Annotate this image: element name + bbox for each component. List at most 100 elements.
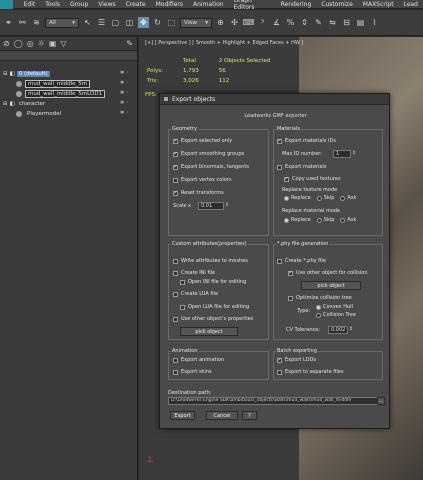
max-id-input[interactable]: 1 — [333, 150, 351, 158]
keyboard-shortcut-icon[interactable]: ⌨ — [243, 17, 255, 28]
radio-unselected-icon[interactable] — [340, 217, 346, 223]
visibility-icon[interactable]: ✱ ◦ — [120, 80, 129, 86]
angle-snap-icon[interactable]: ∡ — [271, 17, 282, 28]
selection-filter-dropdown[interactable]: All ▾ — [45, 17, 79, 28]
menu-group[interactable]: Group — [65, 1, 93, 8]
open-ini-checkbox[interactable]: Open INI file for editing — [180, 279, 246, 285]
reference-coord-dropdown[interactable]: View ▾ — [180, 17, 212, 28]
menu-customize[interactable]: Customize — [316, 1, 358, 8]
visibility-icon[interactable]: ✱ ◦ — [120, 100, 129, 106]
export-lods-checkbox[interactable]: ✓ Export LODs — [277, 357, 316, 363]
dialog-title-bar[interactable]: Export objects — [160, 94, 389, 105]
menu-maxscript[interactable]: MAXScript — [358, 1, 399, 8]
bind-space-warp-icon[interactable]: ≋ — [31, 17, 42, 28]
menu-modifiers[interactable]: Modifiers — [151, 1, 188, 8]
layer-manager-icon[interactable]: ▤ — [355, 17, 366, 28]
scale-input[interactable]: 0.01 — [198, 202, 224, 210]
tree-item-mud-wall-lod1[interactable]: mud_wall_middle_5mLOD1 — [16, 89, 106, 98]
percent-snap-icon[interactable]: % — [285, 17, 296, 28]
cv-tolerance-input[interactable]: 0.002 — [328, 326, 348, 334]
use-other-properties-checkbox[interactable]: Use other object's properties — [173, 316, 253, 322]
convex-hull-radio[interactable]: Convex Hull — [316, 304, 353, 310]
expand-minus-icon[interactable]: ⊟ — [3, 101, 8, 107]
display-shapes-icon[interactable]: ◎ — [27, 39, 34, 48]
tree-item-layer-default[interactable]: ⊟ ◧ 0 (default) — [3, 69, 50, 78]
window-crossing-icon[interactable]: ◫ — [124, 17, 135, 28]
tree-item-mud-wall[interactable]: mud_wall_middle_5m — [16, 79, 91, 88]
export-vertex-colors-checkbox[interactable]: Export vertex colors — [173, 177, 231, 183]
tree-item-playermodel[interactable]: Playermodel — [16, 109, 63, 118]
pin-icon[interactable]: ✎ — [126, 39, 133, 48]
menu-lead[interactable]: Lead — [399, 1, 423, 8]
visibility-icon[interactable]: ✱ ◦ — [120, 70, 129, 76]
mirror-icon[interactable]: ⇋ — [327, 17, 338, 28]
write-attributes-checkbox[interactable]: Write attributes to meshes — [173, 258, 248, 264]
app-logo-icon[interactable] — [0, 0, 13, 9]
use-other-collision-checkbox[interactable]: ✓ Use other object for collision — [288, 270, 368, 276]
radio-selected-icon[interactable] — [284, 195, 289, 201]
select-scale-icon[interactable]: ⬚ — [166, 17, 177, 28]
copy-textures-checkbox[interactable]: ✓ Copy used textures — [284, 176, 341, 182]
export-separate-checkbox[interactable]: Export to separate files — [277, 369, 343, 375]
select-move-icon[interactable]: ✥ — [138, 17, 149, 28]
menu-animation[interactable]: Animation — [188, 1, 229, 8]
reset-transforms-checkbox[interactable]: ✓ Reset transforms — [173, 190, 224, 196]
spinner-snap-icon[interactable]: ⇕ — [299, 17, 310, 28]
rect-selection-icon[interactable]: ▢ — [110, 17, 121, 28]
display-cameras-icon[interactable]: ▣ — [49, 39, 57, 48]
snaps-toggle-icon[interactable]: ³ — [257, 17, 268, 28]
cancel-button[interactable]: Cancel — [206, 411, 238, 420]
export-button[interactable]: Export — [170, 411, 195, 420]
select-rotate-icon[interactable]: ↻ — [152, 17, 163, 28]
display-lights-icon[interactable]: ☼ — [38, 39, 45, 48]
select-by-name-icon[interactable]: ☰ — [96, 17, 107, 28]
export-smoothing-checkbox[interactable]: ✓ Export smoothing groups — [173, 151, 244, 157]
max-id-spinner-icon[interactable]: ⇕ — [352, 150, 356, 156]
create-phy-checkbox[interactable]: Create *.phy file — [277, 258, 326, 264]
export-animation-checkbox[interactable]: Export animation — [173, 357, 224, 363]
align-icon[interactable]: ⊟ — [341, 17, 352, 28]
select-object-icon[interactable]: ↖ — [82, 17, 93, 28]
link-icon[interactable]: ⚭ — [3, 17, 14, 28]
destination-path-input[interactable]: D:\Leadwerks Engine SDK\ambitious\_objec… — [168, 397, 383, 405]
export-selected-checkbox[interactable]: ✓ Export selected only — [173, 138, 232, 144]
collision-tree-radio[interactable]: Collision Tree — [316, 312, 356, 318]
scale-spinner-icon[interactable]: ⇕ — [225, 202, 229, 208]
optimize-collision-checkbox[interactable]: Optimize collision tree — [288, 295, 352, 301]
menu-tools[interactable]: Tools — [40, 1, 65, 8]
display-geometry-icon[interactable]: ◯ — [14, 39, 23, 48]
radio-unselected-icon[interactable] — [316, 195, 322, 201]
unlink-icon[interactable]: ⚯ — [17, 17, 28, 28]
named-selection-icon[interactable]: ✎ — [313, 17, 324, 28]
visibility-icon[interactable]: ✱ ◦ — [120, 90, 129, 96]
help-button[interactable]: ? — [242, 411, 257, 420]
export-binormals-checkbox[interactable]: ✓ Export binormals, tangents — [173, 164, 249, 170]
display-none-icon[interactable]: ⊘ — [3, 39, 10, 48]
pick-object-button[interactable]: pick object — [180, 327, 238, 336]
cv-tolerance-spinner-icon[interactable]: ⇕ — [349, 326, 353, 332]
menu-edit[interactable]: Edit — [19, 1, 41, 8]
export-materials-checkbox[interactable]: Export materials — [277, 164, 326, 170]
export-material-ids-checkbox[interactable]: ✓ Export materials IDs — [277, 138, 336, 144]
viewport-label[interactable]: [+] [ Perspective ] [ Smooth + Highlight… — [145, 40, 303, 46]
filter-icon[interactable]: ▽ — [60, 39, 66, 48]
radio-unselected-icon[interactable] — [340, 195, 346, 201]
radio-unselected-icon[interactable] — [316, 217, 322, 223]
pick-collision-object-button[interactable]: pick object — [301, 281, 361, 290]
curve-editor-icon[interactable]: ⌇ — [369, 17, 380, 28]
create-lua-checkbox[interactable]: Create LUA file — [173, 291, 218, 297]
tree-item-layer-character[interactable]: ⊟ ◧ character — [3, 99, 47, 108]
visibility-icon[interactable]: ✱ ◦ — [120, 110, 129, 116]
browse-button[interactable]: ... — [377, 397, 385, 405]
checkbox-label: Export binormals, tangents — [181, 164, 250, 170]
expand-minus-icon[interactable]: ⊟ — [3, 71, 8, 77]
menu-create[interactable]: Create — [121, 1, 151, 8]
menu-rendering[interactable]: Rendering — [276, 1, 317, 8]
create-ini-checkbox[interactable]: Create INI file — [173, 270, 215, 276]
open-lua-checkbox[interactable]: Open LUA file for editing — [180, 304, 249, 310]
radio-selected-icon[interactable] — [284, 217, 289, 223]
pivot-center-icon[interactable]: ⊕ — [215, 17, 226, 28]
manipulate-icon[interactable]: ✣ — [229, 17, 240, 28]
export-skins-checkbox[interactable]: Export skins — [173, 369, 212, 375]
menu-views[interactable]: Views — [93, 1, 120, 8]
